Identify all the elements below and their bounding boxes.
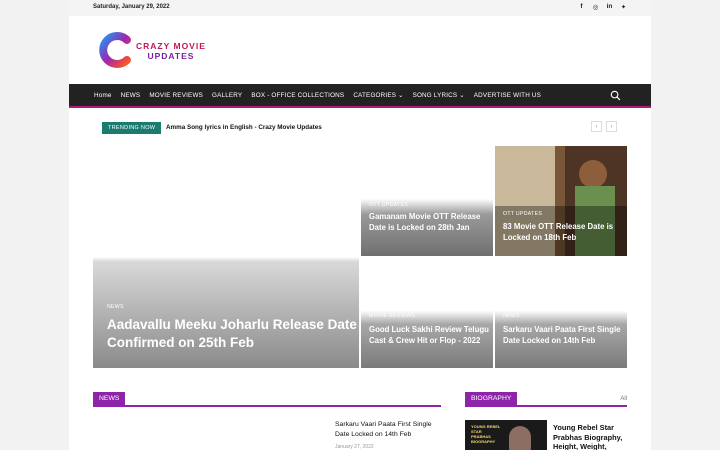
top-bar: Saturday, January 29, 2022 f ◎ in ✦ bbox=[69, 0, 651, 16]
news-item-date: January 27, 2022 bbox=[335, 444, 374, 450]
logo-line-1: CRAZY MOVIE bbox=[136, 41, 206, 51]
page: Saturday, January 29, 2022 f ◎ in ✦ CRAZ… bbox=[69, 0, 651, 450]
biography-item-title[interactable]: Young Rebel Star Prabhas Biography, Heig… bbox=[553, 423, 633, 450]
site-logo[interactable]: CRAZY MOVIE UPDATES bbox=[98, 31, 228, 69]
tile-category[interactable]: NEWS bbox=[503, 313, 520, 319]
tile-title[interactable]: 83 Movie OTT Release Date is Locked on 1… bbox=[503, 222, 623, 243]
current-date: Saturday, January 29, 2022 bbox=[93, 4, 170, 10]
tile-title[interactable]: Gamanam Movie OTT Release Date is Locked… bbox=[369, 212, 487, 233]
twitter-icon[interactable]: ✦ bbox=[620, 3, 627, 11]
featured-main[interactable]: NEWS Aadavallu Meeku Joharlu Release Dat… bbox=[93, 146, 359, 368]
nav-box-office[interactable]: BOX - OFFICE COLLECTIONS bbox=[251, 92, 344, 99]
nav-categories[interactable]: CATEGORIES ⌄ bbox=[353, 92, 403, 99]
featured-main-category[interactable]: NEWS bbox=[107, 304, 124, 310]
trending-controls: ‹ › bbox=[591, 121, 617, 132]
next-arrow-icon[interactable]: › bbox=[606, 121, 617, 132]
nav-home[interactable]: Home bbox=[94, 92, 112, 99]
nav-song-lyrics[interactable]: SONG LYRICS ⌄ bbox=[413, 92, 465, 99]
main-nav: Home NEWS MOVIE REVIEWS GALLERY BOX - OF… bbox=[69, 84, 651, 108]
tile-category[interactable]: OTT UPDATES bbox=[369, 202, 408, 208]
tile-category[interactable]: OTT UPDATES bbox=[503, 211, 542, 217]
news-section-label[interactable]: NEWS bbox=[93, 392, 126, 407]
nav-advertise[interactable]: ADVERTISE WITH US bbox=[474, 92, 541, 99]
logo-c-icon bbox=[99, 32, 131, 68]
portrait-image bbox=[509, 426, 531, 450]
nav-news[interactable]: NEWS bbox=[121, 92, 141, 99]
biography-all-link[interactable]: All bbox=[620, 396, 627, 402]
logo-line-2: UPDATES bbox=[147, 51, 195, 61]
logo-text: CRAZY MOVIE UPDATES bbox=[136, 41, 206, 61]
biography-section-label[interactable]: BIOGRAPHY bbox=[465, 392, 518, 407]
linkedin-icon[interactable]: in bbox=[606, 3, 613, 11]
biography-section-header: BIOGRAPHY All bbox=[465, 392, 627, 407]
tile-category[interactable]: MOVIE REVIEWS bbox=[369, 313, 415, 319]
tile-image bbox=[361, 146, 493, 256]
facebook-icon[interactable]: f bbox=[578, 3, 585, 11]
news-section-header: NEWS bbox=[93, 392, 441, 407]
trending-title[interactable]: Amma Song lyrics in English - Crazy Movi… bbox=[166, 124, 322, 131]
featured-tile-good-luck-sakhi[interactable]: MOVIE REVIEWS Good Luck Sakhi Review Tel… bbox=[361, 258, 493, 368]
nav-movie-reviews[interactable]: MOVIE REVIEWS bbox=[149, 92, 203, 99]
prev-arrow-icon[interactable]: ‹ bbox=[591, 121, 602, 132]
tile-title[interactable]: Sarkaru Vaari Paata First Single Date Lo… bbox=[503, 325, 623, 346]
thumbnail-caption: YOUNG REBEL STAR PRABHAS BIOGRAPHY bbox=[471, 424, 501, 444]
social-links: f ◎ in ✦ bbox=[578, 3, 627, 11]
featured-tile-83[interactable]: OTT UPDATES 83 Movie OTT Release Date is… bbox=[495, 146, 627, 256]
biography-thumbnail[interactable]: YOUNG REBEL STAR PRABHAS BIOGRAPHY bbox=[465, 420, 547, 450]
tile-title[interactable]: Good Luck Sakhi Review Telugu Cast & Cre… bbox=[369, 325, 489, 346]
trending-badge: TRENDING NOW bbox=[102, 122, 162, 134]
news-item-title[interactable]: Sarkaru Vaari Paata First Single Date Lo… bbox=[335, 420, 445, 440]
search-icon[interactable] bbox=[610, 90, 621, 101]
featured-tile-gamanam[interactable]: OTT UPDATES Gamanam Movie OTT Release Da… bbox=[361, 146, 493, 256]
instagram-icon[interactable]: ◎ bbox=[592, 3, 599, 11]
featured-main-title[interactable]: Aadavallu Meeku Joharlu Release Date Con… bbox=[107, 316, 357, 352]
nav-gallery[interactable]: GALLERY bbox=[212, 92, 242, 99]
featured-tile-sarkaru-vaari-paata[interactable]: NEWS Sarkaru Vaari Paata First Single Da… bbox=[495, 258, 627, 368]
